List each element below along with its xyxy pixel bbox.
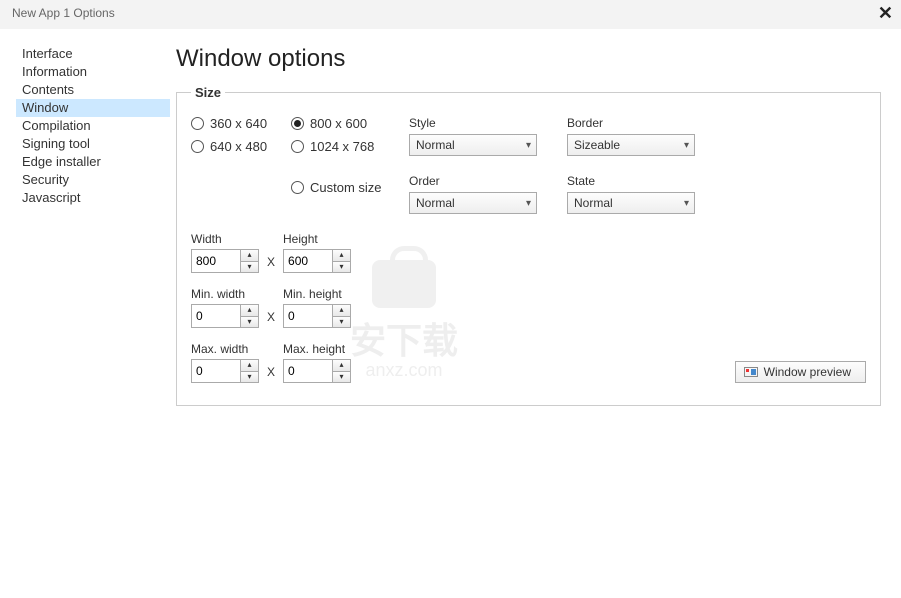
x-separator: X <box>267 255 275 273</box>
sidebar-item-javascript[interactable]: Javascript <box>16 189 170 207</box>
sidebar-item-window[interactable]: Window <box>16 99 170 117</box>
height-label: Height <box>283 232 351 246</box>
window-title: New App 1 Options <box>12 6 115 20</box>
radio-custom-size[interactable]: Custom size <box>291 180 391 195</box>
radio-1024x768[interactable]: 1024 x 768 <box>291 139 391 154</box>
height-input[interactable] <box>284 250 332 272</box>
radio-icon <box>191 117 204 130</box>
state-value: Normal <box>574 196 613 210</box>
spin-down-icon[interactable]: ▾ <box>241 372 258 383</box>
border-value: Sizeable <box>574 138 620 152</box>
chevron-down-icon: ▾ <box>684 198 689 209</box>
radio-icon <box>291 117 304 130</box>
sidebar-item-compilation[interactable]: Compilation <box>16 117 170 135</box>
x-separator: X <box>267 310 275 328</box>
state-combo[interactable]: Normal ▾ <box>567 192 695 214</box>
spin-down-icon[interactable]: ▾ <box>241 262 258 273</box>
spin-up-icon[interactable]: ▴ <box>333 305 350 317</box>
preview-label: Window preview <box>764 365 851 379</box>
minheight-label: Min. height <box>283 287 351 301</box>
maxwidth-label: Max. width <box>191 342 259 356</box>
sidebar: Interface Information Contents Window Co… <box>0 45 170 406</box>
border-label: Border <box>567 116 695 130</box>
sidebar-item-information[interactable]: Information <box>16 63 170 81</box>
spin-up-icon[interactable]: ▴ <box>333 360 350 372</box>
window-preview-button[interactable]: Window preview <box>735 361 866 383</box>
order-value: Normal <box>416 196 455 210</box>
preview-icon <box>744 367 758 377</box>
minwidth-spinner[interactable]: ▴▾ <box>191 304 259 328</box>
maxwidth-input[interactable] <box>192 360 240 382</box>
radio-label: 360 x 640 <box>210 116 267 131</box>
height-spinner[interactable]: ▴▾ <box>283 249 351 273</box>
sidebar-item-interface[interactable]: Interface <box>16 45 170 63</box>
minwidth-input[interactable] <box>192 305 240 327</box>
minheight-input[interactable] <box>284 305 332 327</box>
radio-640x480[interactable]: 640 x 480 <box>191 139 291 154</box>
spin-down-icon[interactable]: ▾ <box>333 317 350 328</box>
radio-icon <box>191 140 204 153</box>
radio-icon <box>291 140 304 153</box>
width-spinner[interactable]: ▴▾ <box>191 249 259 273</box>
spin-down-icon[interactable]: ▾ <box>333 372 350 383</box>
spin-down-icon[interactable]: ▾ <box>333 262 350 273</box>
spin-up-icon[interactable]: ▴ <box>333 250 350 262</box>
spin-up-icon[interactable]: ▴ <box>241 360 258 372</box>
radio-label: 800 x 600 <box>310 116 367 131</box>
chevron-down-icon: ▾ <box>526 140 531 151</box>
border-combo[interactable]: Sizeable ▾ <box>567 134 695 156</box>
radio-label: Custom size <box>310 180 382 195</box>
maxheight-spinner[interactable]: ▴▾ <box>283 359 351 383</box>
width-label: Width <box>191 232 259 246</box>
radio-label: 1024 x 768 <box>310 139 374 154</box>
x-separator: X <box>267 365 275 383</box>
radio-360x640[interactable]: 360 x 640 <box>191 116 291 131</box>
order-label: Order <box>409 174 537 188</box>
page-title: Window options <box>176 45 881 73</box>
maxheight-input[interactable] <box>284 360 332 382</box>
minheight-spinner[interactable]: ▴▾ <box>283 304 351 328</box>
sidebar-item-security[interactable]: Security <box>16 171 170 189</box>
maxheight-label: Max. height <box>283 342 351 356</box>
sidebar-item-signing-tool[interactable]: Signing tool <box>16 135 170 153</box>
radio-800x600[interactable]: 800 x 600 <box>291 116 391 131</box>
chevron-down-icon: ▾ <box>684 140 689 151</box>
size-legend: Size <box>191 85 225 100</box>
close-icon[interactable]: ✕ <box>878 3 893 24</box>
state-label: State <box>567 174 695 188</box>
spin-down-icon[interactable]: ▾ <box>241 317 258 328</box>
chevron-down-icon: ▾ <box>526 198 531 209</box>
radio-label: 640 x 480 <box>210 139 267 154</box>
maxwidth-spinner[interactable]: ▴▾ <box>191 359 259 383</box>
style-label: Style <box>409 116 537 130</box>
width-input[interactable] <box>192 250 240 272</box>
style-value: Normal <box>416 138 455 152</box>
sidebar-item-contents[interactable]: Contents <box>16 81 170 99</box>
size-group: Size 360 x 640 640 x 480 800 x 600 <box>176 85 881 406</box>
style-combo[interactable]: Normal ▾ <box>409 134 537 156</box>
sidebar-item-edge-installer[interactable]: Edge installer <box>16 153 170 171</box>
order-combo[interactable]: Normal ▾ <box>409 192 537 214</box>
spin-up-icon[interactable]: ▴ <box>241 250 258 262</box>
titlebar: New App 1 Options ✕ <box>0 0 901 29</box>
minwidth-label: Min. width <box>191 287 259 301</box>
radio-icon <box>291 181 304 194</box>
spin-up-icon[interactable]: ▴ <box>241 305 258 317</box>
